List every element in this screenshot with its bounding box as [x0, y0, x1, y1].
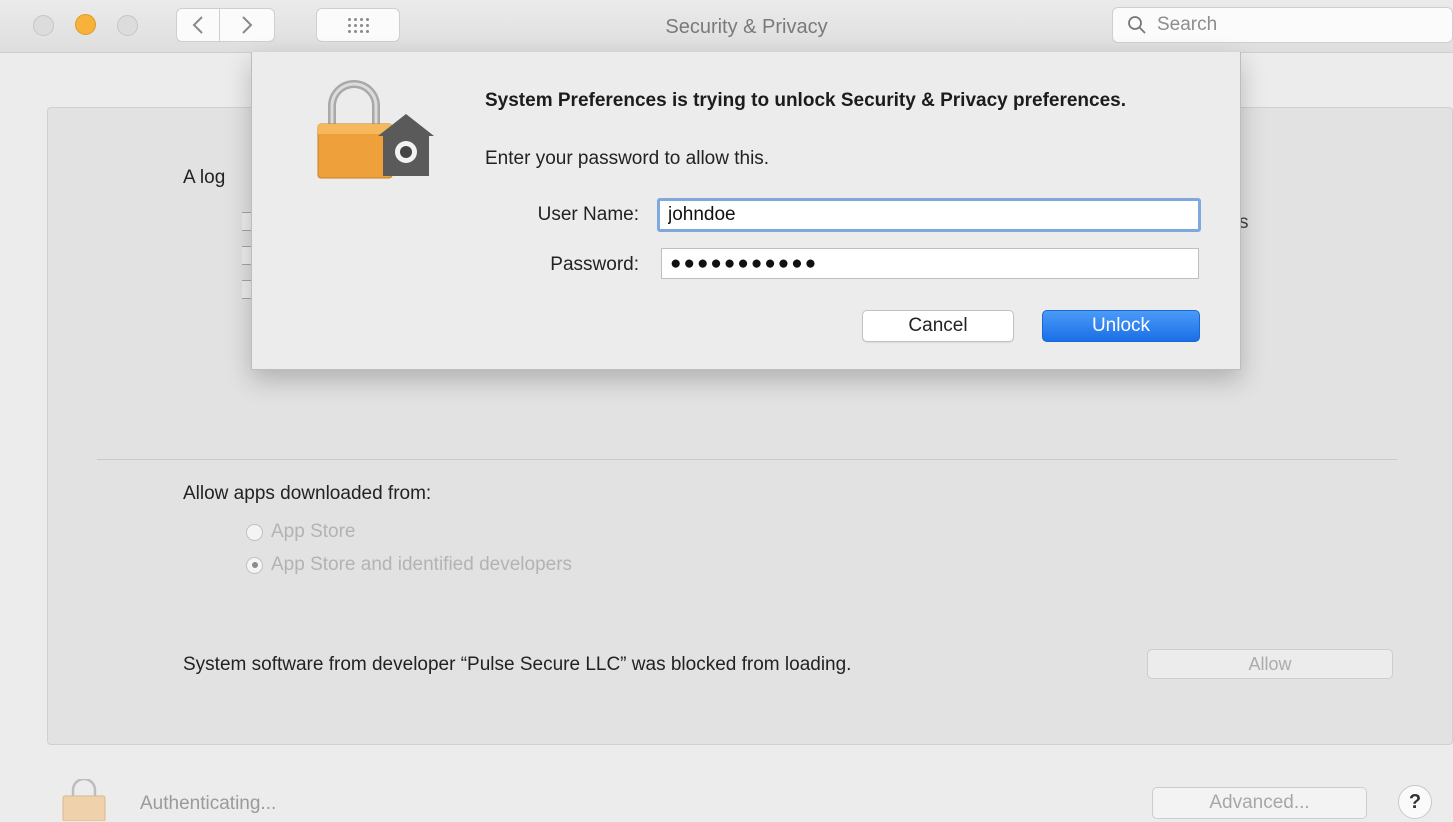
dialog-title: System Preferences is trying to unlock S… [485, 90, 1127, 111]
unlock-button[interactable]: Unlock [1042, 310, 1200, 342]
radio-app-store[interactable]: App Store [246, 521, 356, 543]
radio-button-selected[interactable] [246, 556, 263, 574]
cancel-button[interactable]: Cancel [862, 310, 1014, 342]
radio-button[interactable] [246, 523, 263, 541]
user-name-field[interactable] [657, 198, 1201, 232]
search-icon [1128, 16, 1146, 34]
password-field[interactable]: ●●●●●●●●●●● [661, 248, 1199, 279]
title-bar: Security & Privacy [0, 0, 1453, 53]
show-all-button[interactable] [316, 8, 400, 42]
radio-app-store-identified[interactable]: App Store and identified developers [246, 554, 572, 576]
allow-button[interactable]: Allow [1147, 649, 1393, 679]
search-field[interactable] [1112, 7, 1453, 43]
chevron-left-icon [192, 16, 203, 34]
zoom-window-button[interactable] [117, 15, 138, 36]
back-button[interactable] [176, 8, 220, 42]
close-window-button[interactable] [33, 15, 54, 36]
login-label: A log [183, 167, 226, 188]
blocked-software-message: System software from developer “Pulse Se… [183, 654, 852, 675]
dialog-message: Enter your password to allow this. [485, 148, 770, 169]
section-divider [97, 459, 1397, 460]
help-button[interactable]: ? [1398, 785, 1432, 819]
unlock-dialog: System Preferences is trying to unlock S… [251, 52, 1241, 370]
advanced-button[interactable]: Advanced... [1152, 787, 1367, 819]
user-name-label: User Name: [537, 204, 639, 225]
lock-icon[interactable] [61, 779, 107, 821]
chevron-right-icon [242, 16, 253, 34]
radio-label: App Store [271, 521, 356, 542]
allow-apps-label: Allow apps downloaded from: [183, 483, 432, 504]
padlock-icon [317, 80, 434, 179]
grid-icon [347, 17, 369, 33]
radio-label: App Store and identified developers [271, 554, 573, 575]
password-label: Password: [550, 254, 639, 275]
minimize-window-button[interactable] [75, 14, 96, 35]
forward-button[interactable] [219, 8, 275, 42]
status-text: Authenticating... [140, 793, 277, 814]
search-input[interactable] [1155, 13, 1399, 37]
